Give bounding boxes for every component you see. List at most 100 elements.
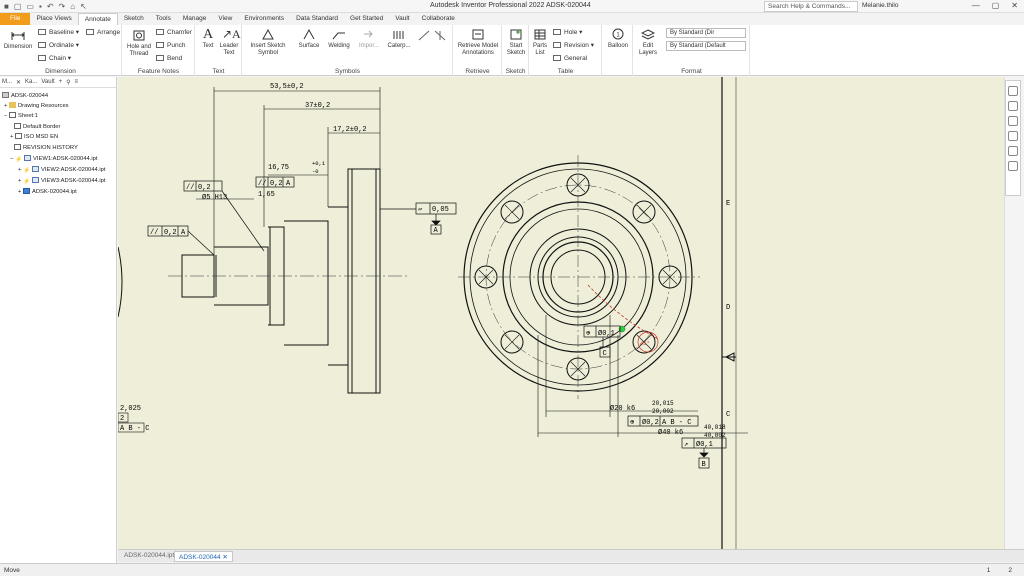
app-icon[interactable]: ■ (4, 1, 9, 12)
lightning-icon: ⚡ (23, 168, 31, 174)
import-button[interactable]: Impor... (355, 28, 383, 50)
add-icon[interactable]: + (59, 79, 63, 85)
hole-thread-button[interactable]: Hole and Thread (125, 29, 153, 58)
dimension-panel-label: Dimension (45, 68, 76, 75)
maximize-icon[interactable]: ▢ (992, 1, 1000, 10)
tree-revision-history[interactable]: REVISION HISTORY (14, 144, 78, 151)
punch-icon (156, 42, 164, 48)
open-icon[interactable]: ▭ (26, 1, 34, 12)
select-icon[interactable]: ↖ (80, 1, 87, 12)
tab-sketch[interactable]: Sketch (118, 13, 150, 25)
search-icon[interactable]: ⚲ (66, 79, 70, 86)
tab-place-views[interactable]: Place Views (30, 13, 77, 25)
steering-wheel-icon[interactable] (1008, 86, 1018, 96)
zoom-icon[interactable] (1008, 116, 1018, 126)
tab-collaborate[interactable]: Collaborate (416, 13, 461, 25)
tree-view3[interactable]: + ⚡ VIEW3:ADSK-020044.ipt (18, 177, 105, 185)
dim-hole-fit: Ø5 H13 (202, 193, 227, 202)
bend-button[interactable]: Bend (156, 55, 182, 63)
pan-icon[interactable] (1008, 101, 1018, 111)
user-name[interactable]: Melanie.thilo (862, 2, 899, 9)
document-tabs: ADSK-020044.ipt ADSK-020044 ✕ (118, 549, 1024, 562)
close-tab-icon[interactable]: ✕ (222, 554, 227, 561)
insert-sketch-symbol-button[interactable]: Insert Sketch Symbol (245, 28, 291, 57)
parallel-symbol: // (186, 184, 194, 192)
surface-button[interactable]: Surface (295, 28, 323, 50)
status-count-1: 1 (986, 567, 991, 574)
balloon-icon: 1 (612, 28, 624, 40)
tab-view[interactable]: View (212, 13, 238, 25)
title-bar: ■ ▢ ▭ ▪ ↶ ↷ ⌂ ↖ Autodesk Inventor Profes… (0, 0, 1024, 13)
left-dim-value: 2,025 (120, 405, 141, 413)
tab-tools[interactable]: Tools (150, 13, 177, 25)
left-frame-tol: 2 (120, 415, 124, 423)
zoom-all-icon[interactable] (1008, 131, 1018, 141)
browser-tab-vault[interactable]: Vault (41, 79, 54, 85)
tab-file[interactable]: File (0, 13, 31, 25)
close-icon[interactable]: ✕ (1011, 1, 1018, 10)
undo-icon[interactable]: ↶ (47, 1, 54, 12)
balloon-button[interactable]: 1 Balloon (604, 28, 632, 50)
tree-sheet[interactable]: − Sheet:1 (4, 112, 38, 119)
doc-tab-part[interactable]: ADSK-020044.ipt (120, 551, 178, 562)
tree-view1[interactable]: − ⚡ VIEW1:ADSK-020044.ipt (10, 155, 97, 163)
datum-symbol-button[interactable] (433, 29, 447, 44)
tree-root[interactable]: ADSK-020044 (2, 92, 48, 99)
browser-tab-ka[interactable]: Ka... (25, 79, 37, 85)
baseline-button[interactable]: Baseline ▾ (38, 29, 79, 37)
save-icon[interactable]: ▪ (39, 1, 42, 12)
chamfer-button[interactable]: Chamfer (156, 29, 192, 37)
edit-layers-button[interactable]: Edit Layers (636, 28, 660, 57)
browser-tab-model[interactable]: M... (2, 79, 12, 85)
zoom-window-icon[interactable] (1008, 146, 1018, 156)
caterpillar-button[interactable]: Caterp... (385, 28, 413, 50)
tab-environments[interactable]: Environments (238, 13, 290, 25)
style-dropdown-2[interactable]: By Standard (Default (666, 41, 746, 51)
ordinate-button[interactable]: Ordinate ▾ (38, 42, 79, 50)
revision-table-button[interactable]: Revision ▾ (553, 42, 594, 50)
leader-text-button[interactable]: ↗A Leader Text (218, 27, 241, 57)
tree-part-file[interactable]: + ADSK-020044.ipt (18, 188, 77, 195)
redo-icon[interactable]: ↷ (59, 1, 66, 12)
search-input[interactable]: Search Help & Commands... (764, 1, 858, 12)
new-icon[interactable]: ▢ (14, 1, 22, 12)
tab-get-started[interactable]: Get Started (344, 13, 389, 25)
minimize-icon[interactable]: — (972, 1, 980, 10)
home-icon[interactable]: ⌂ (70, 1, 75, 12)
tab-vault[interactable]: Vault (389, 13, 415, 25)
look-at-icon[interactable] (1008, 161, 1018, 171)
chamfer-icon (156, 29, 164, 35)
tree-view2[interactable]: + ⚡ VIEW2:ADSK-020044.ipt (18, 166, 105, 174)
tab-data-standard[interactable]: Data Standard (290, 13, 344, 25)
punch-button[interactable]: Punch (156, 42, 185, 50)
doc-tab-drawing[interactable]: ADSK-020044 ✕ (174, 551, 233, 562)
start-sketch-icon (510, 29, 522, 40)
welding-label: Welding (328, 43, 350, 49)
general-table-button[interactable]: General (553, 55, 587, 63)
tree-default-border[interactable]: Default Border (14, 123, 60, 130)
tree-iso-msd[interactable]: + ISO MSD EN (10, 133, 58, 140)
start-sketch-button[interactable]: Start Sketch (504, 28, 528, 57)
style-dropdown-1[interactable]: By Standard (Dir (666, 28, 746, 38)
arrange-button[interactable]: Arrange (86, 29, 120, 37)
browser-close-icon[interactable]: ✕ (16, 79, 21, 86)
welding-button[interactable]: Welding (325, 28, 353, 50)
fit1-lower-limit: 20,002 (652, 408, 674, 415)
drawing-canvas[interactable]: D C E 53,5±0,2 37±0,2 17,2±0,2 16,75 +0,… (118, 77, 1004, 549)
tab-annotate[interactable]: Annotate (77, 13, 118, 25)
general-table-icon (553, 55, 561, 61)
parts-list-button[interactable]: Parts List (531, 28, 549, 57)
retrieve-model-annotations-button[interactable]: Retrieve Model Annotations (455, 28, 501, 57)
tab-manage[interactable]: Manage (177, 13, 213, 25)
side-view (181, 168, 381, 394)
dim-short-length: 17,2±0,2 (333, 126, 367, 134)
hole-table-button[interactable]: Hole ▾ (553, 29, 582, 37)
leader-text-icon: ↗A (222, 27, 241, 41)
leader-symbol-button[interactable] (417, 29, 431, 44)
text-button[interactable]: A Text (198, 28, 218, 50)
chain-button[interactable]: Chain ▾ (38, 55, 71, 63)
menu-icon[interactable]: ≡ (75, 79, 79, 85)
dimension-button[interactable]: Dimension (3, 29, 33, 51)
parallel-symbol-2: // (258, 180, 266, 188)
tree-drawing-resources[interactable]: + Drawing Resources (4, 102, 69, 109)
